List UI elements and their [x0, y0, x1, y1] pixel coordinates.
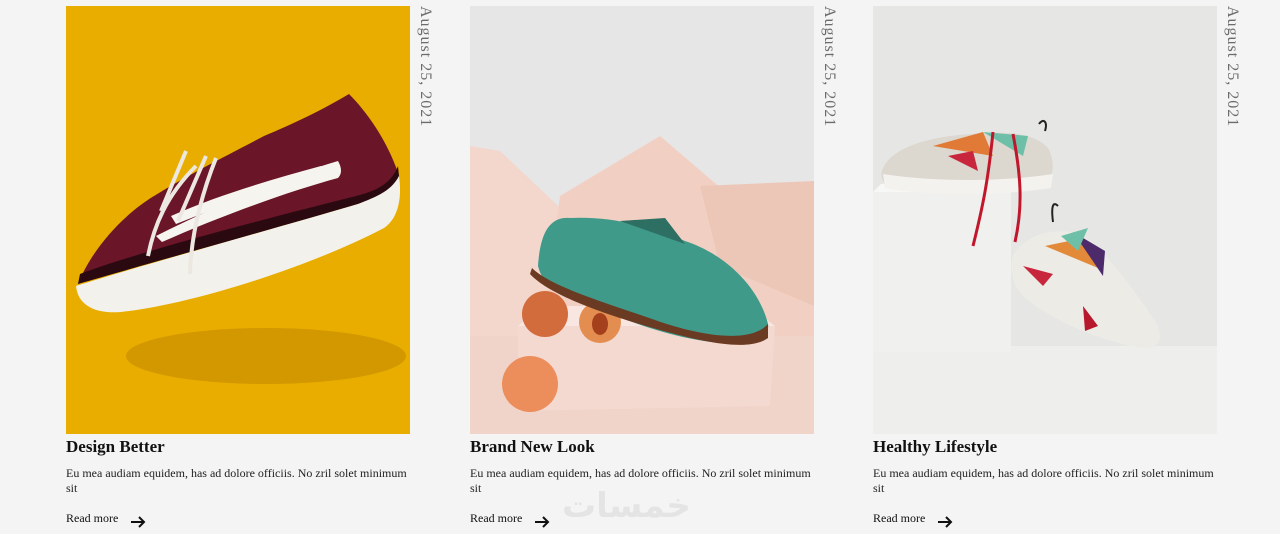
sneakers-photo [873, 6, 1217, 434]
sneaker-photo [66, 6, 410, 434]
post-excerpt: Eu mea audiam equidem, has ad dolore off… [66, 466, 407, 495]
blog-card: August 25, 2021 Healthy Lifestyle Eu mea… [873, 6, 1245, 530]
post-image[interactable] [470, 6, 814, 434]
post-title[interactable]: Healthy Lifestyle [873, 437, 997, 457]
post-excerpt: Eu mea audiam equidem, has ad dolore off… [873, 466, 1214, 495]
post-image[interactable] [66, 6, 410, 434]
blog-card: August 25, 2021 Design Better Eu mea aud… [66, 6, 438, 530]
read-more-label: Read more [873, 510, 926, 525]
arrow-right-icon [937, 516, 953, 528]
read-more-link[interactable]: Read more [873, 508, 953, 528]
post-date: August 25, 2021 [821, 6, 838, 128]
arrow-right-icon [130, 516, 146, 528]
post-title[interactable]: Design Better [66, 437, 165, 457]
read-more-label: Read more [470, 510, 523, 525]
post-date: August 25, 2021 [417, 6, 434, 128]
read-more-label: Read more [66, 510, 119, 525]
post-image[interactable] [873, 6, 1217, 434]
arrow-right-icon [534, 516, 550, 528]
shoe-photo [470, 6, 814, 434]
post-title[interactable]: Brand New Look [470, 437, 595, 457]
blog-card: August 25, 2021 Brand New Look Eu mea au… [470, 6, 842, 530]
watermark-logo: خمسات [562, 486, 691, 526]
post-date: August 25, 2021 [1224, 6, 1241, 128]
read-more-link[interactable]: Read more [470, 508, 550, 528]
read-more-link[interactable]: Read more [66, 508, 146, 528]
